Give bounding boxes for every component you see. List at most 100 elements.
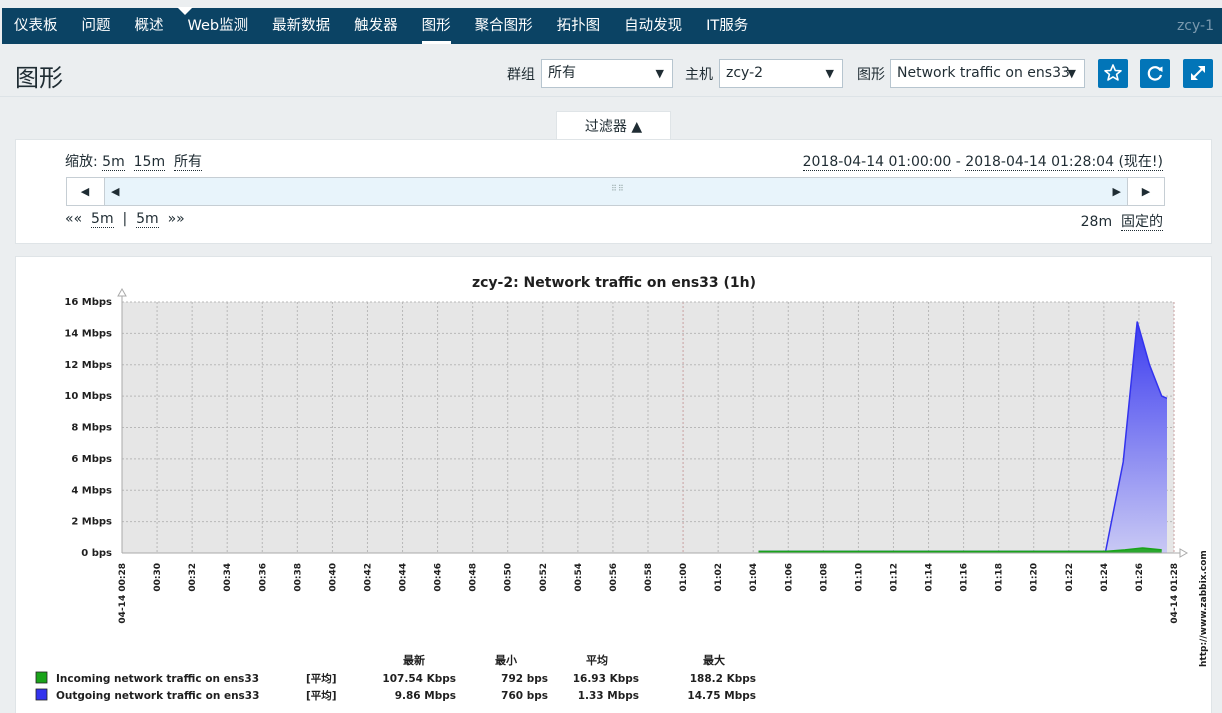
time-scrollbar[interactable]: ◀ ◀ ⠿⠿ ▶ ▶ [66, 177, 1165, 206]
y-tick-label: 0 bps [81, 548, 112, 559]
x-tick-label: 04-14 01:28 [1170, 563, 1180, 624]
nav-item-0[interactable]: 仪表板 [2, 8, 70, 44]
x-tick-label: 01:00 [679, 563, 689, 592]
x-tick-label: 01:06 [784, 563, 794, 592]
scroll-left-button[interactable]: ◀ [67, 178, 103, 205]
legend-min-value: 792 bps [501, 673, 548, 685]
x-tick-label: 01:16 [960, 563, 970, 592]
network-traffic-chart[interactable]: 04-14 00:28 00:30 00:32 00:34 00:36 00:38 00:4… [16, 257, 1213, 713]
group-select[interactable]: 所有 ▼ [541, 59, 673, 88]
nav-item-1[interactable]: 问题 [70, 8, 123, 44]
legend-max-value: 14.75 Mbps [687, 690, 756, 702]
x-tick-label: 00:40 [328, 563, 338, 592]
x-tick-label: 00:56 [609, 563, 619, 592]
chevron-down-icon: ▼ [655, 67, 664, 80]
zabbix-watermark: http://www.zabbix.com [1199, 550, 1209, 667]
nav-item-4[interactable]: 最新数据 [260, 8, 342, 44]
track-right-handle[interactable]: ▶ [1113, 178, 1121, 205]
zoom-label: 缩放: [65, 154, 98, 170]
nav-forward-link[interactable]: 5m [136, 211, 159, 228]
period-value: 28m [1080, 214, 1113, 230]
legend-avg-value: 1.33 Mbps [578, 690, 639, 702]
x-tick-label: 00:48 [469, 563, 479, 592]
chevron-down-icon: ▼ [1067, 67, 1076, 80]
host-select-value: zcy-2 [726, 65, 764, 81]
y-tick-label: 2 Mbps [71, 517, 112, 528]
nav-item-8[interactable]: 拓扑图 [545, 8, 613, 44]
scroll-right-button[interactable]: ▶ [1128, 178, 1164, 205]
nav-item-5[interactable]: 触发器 [342, 8, 410, 44]
add-to-favourites-button[interactable] [1098, 59, 1128, 88]
nav-item-10[interactable]: IT服务 [694, 8, 760, 44]
nav-item-2[interactable]: 概述 [123, 8, 176, 44]
filter-tab[interactable]: 过滤器 ▲ [556, 111, 671, 141]
nav-item-9[interactable]: 自动发现 [612, 8, 694, 44]
graph-select[interactable]: Network traffic on ens33 ▼ [890, 59, 1085, 88]
x-tick-label: 00:36 [258, 563, 268, 592]
x-tick-label: 00:44 [399, 563, 409, 592]
track-left-handle[interactable]: ◀ [111, 178, 119, 205]
nav-first-link[interactable]: «« [65, 211, 82, 227]
nav-back-link[interactable]: 5m [91, 211, 114, 228]
y-tick-label: 8 Mbps [71, 423, 112, 434]
y-tick-label: 6 Mbps [71, 454, 112, 465]
x-tick-label: 01:20 [1030, 563, 1040, 592]
y-tick-label: 12 Mbps [64, 360, 112, 371]
fullscreen-button[interactable] [1183, 59, 1213, 88]
graph-panel: 04-14 00:28 00:30 00:32 00:34 00:36 00:38 00:4… [15, 256, 1212, 713]
nav-item-6[interactable]: 图形 [410, 8, 463, 44]
x-tick-label: 01:14 [925, 563, 935, 592]
scroll-track[interactable]: ◀ ⠿⠿ ▶ [104, 178, 1128, 205]
chart-title: zcy-2: Network traffic on ens33 (1h) [472, 275, 756, 291]
x-tick-label: 00:42 [363, 563, 373, 592]
legend-last-value: 107.54 Kbps [382, 673, 456, 685]
legend-header: 最小 [495, 653, 517, 667]
graph-select-value: Network traffic on ens33 [897, 65, 1070, 81]
y-tick-label: 10 Mbps [64, 391, 112, 402]
legend-header: 最大 [703, 653, 725, 667]
x-tick-label: 01:26 [1135, 563, 1145, 592]
x-tick-label: 01:12 [889, 563, 899, 592]
legend-avg-value: 16.93 Kbps [573, 673, 639, 685]
x-tick-label: 01:22 [1065, 563, 1075, 592]
refresh-icon [1147, 66, 1163, 81]
legend-series-name: Incoming network traffic on ens33 [56, 673, 259, 685]
x-tick-label: 00:54 [574, 563, 584, 592]
user-name[interactable]: zcy-1 [1177, 8, 1214, 44]
x-tick-label: 01:02 [714, 563, 724, 592]
x-tick-label: 01:24 [1100, 563, 1110, 592]
x-tick-label: 01:18 [995, 563, 1005, 592]
group-label: 群组 [507, 67, 535, 83]
nav-menu: 仪表板 问题 概述 Web监测 最新数据 触发器 图形 聚合图形 拓扑图 自动发现 IT服务 [2, 8, 760, 44]
y-tick-label: 16 Mbps [64, 297, 112, 308]
zoom-15m-link[interactable]: 15m [133, 154, 166, 171]
group-select-value: 所有 [548, 65, 576, 81]
page-title: 图形 [15, 64, 63, 92]
y-axis-arrow-icon [117, 287, 127, 297]
x-tick-label: 04-14 00:28 [118, 563, 128, 624]
range-now[interactable]: (现在!) [1118, 154, 1163, 171]
x-tick-label: 00:52 [539, 563, 549, 592]
nav-last-link[interactable]: »» [168, 211, 185, 227]
refresh-button[interactable] [1140, 59, 1170, 88]
zoom-all-link[interactable]: 所有 [173, 154, 202, 171]
host-select[interactable]: zcy-2 ▼ [719, 59, 843, 88]
x-tick-label: 00:38 [293, 563, 303, 592]
range-from[interactable]: 2018-04-14 01:00:00 [802, 154, 952, 171]
nav-caret-icon [177, 7, 193, 15]
grip-icon[interactable]: ⠿⠿ [611, 185, 625, 193]
range-to[interactable]: 2018-04-14 01:28:04 [965, 154, 1114, 171]
x-tick-label: 01:04 [749, 563, 759, 592]
zoom-5m-link[interactable]: 5m [102, 154, 125, 171]
time-range: 2018-04-14 01:00:00 - 2018-04-14 01:28:0… [802, 151, 1163, 171]
filter-panel: 缩放: 5m 15m 所有 2018-04-14 01:00:00 - 2018… [15, 139, 1212, 244]
nav-item-7[interactable]: 聚合图形 [463, 8, 545, 44]
star-icon [1104, 64, 1122, 81]
x-tick-label: 00:46 [434, 563, 444, 592]
fixed-toggle[interactable]: 固定的 [1121, 214, 1163, 231]
header-divider [0, 96, 1222, 97]
x-tick-label: 00:34 [223, 563, 233, 592]
legend-function: [平均] [306, 672, 337, 685]
x-axis-arrow-icon [1179, 548, 1189, 558]
chevron-down-icon: ▼ [825, 67, 834, 80]
